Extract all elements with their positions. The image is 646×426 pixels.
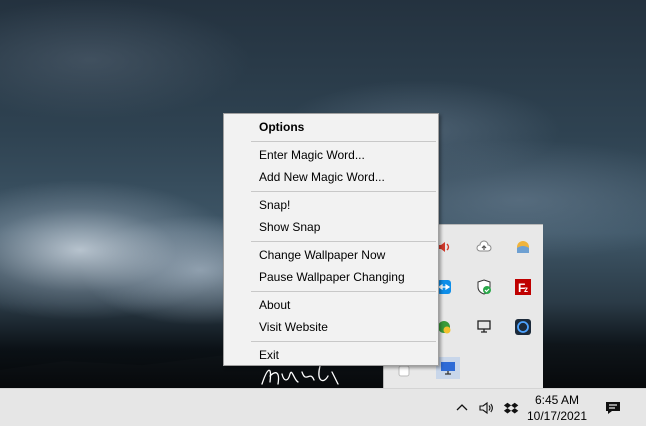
menu-item-about[interactable]: About: [226, 294, 436, 316]
volume-icon[interactable]: [478, 400, 494, 416]
monitor-icon[interactable]: [436, 357, 460, 379]
menu-item-snap[interactable]: Snap!: [226, 194, 436, 216]
menu-separator: [251, 241, 436, 242]
weather-icon[interactable]: [515, 239, 531, 255]
menu-item-add-magic-word[interactable]: Add New Magic Word...: [226, 166, 436, 188]
menu-item-enter-magic-word[interactable]: Enter Magic Word...: [226, 144, 436, 166]
clock-time: 6:45 AM: [534, 393, 580, 407]
circle-app-icon[interactable]: [515, 319, 531, 335]
svg-text:z: z: [524, 285, 528, 294]
menu-item-exit[interactable]: Exit: [226, 344, 436, 366]
chevron-up-icon[interactable]: [454, 400, 470, 416]
filezilla-icon[interactable]: Fz: [515, 279, 531, 295]
menu-title-options[interactable]: Options: [226, 116, 436, 138]
shield-check-icon[interactable]: [476, 279, 492, 295]
menu-separator: [251, 191, 436, 192]
taskbar-clock[interactable]: 6:45 AM 10/17/2021: [522, 392, 592, 424]
clock-date: 10/17/2021: [526, 409, 588, 423]
menu-item-pause-wallpaper[interactable]: Pause Wallpaper Changing: [226, 266, 436, 288]
menu-item-show-snap[interactable]: Show Snap: [226, 216, 436, 238]
menu-item-visit-website[interactable]: Visit Website: [226, 316, 436, 338]
cloud-upload-icon[interactable]: [476, 239, 492, 255]
context-menu: Options Enter Magic Word... Add New Magi…: [223, 113, 439, 366]
menu-separator: [251, 141, 436, 142]
menu-item-change-wallpaper[interactable]: Change Wallpaper Now: [226, 244, 436, 266]
network-monitor-icon[interactable]: [476, 319, 492, 335]
dropbox-icon[interactable]: [503, 400, 519, 416]
taskbar: 6:45 AM 10/17/2021: [0, 388, 646, 426]
menu-separator: [251, 291, 436, 292]
notification-icon[interactable]: [605, 400, 621, 416]
menu-separator: [251, 341, 436, 342]
